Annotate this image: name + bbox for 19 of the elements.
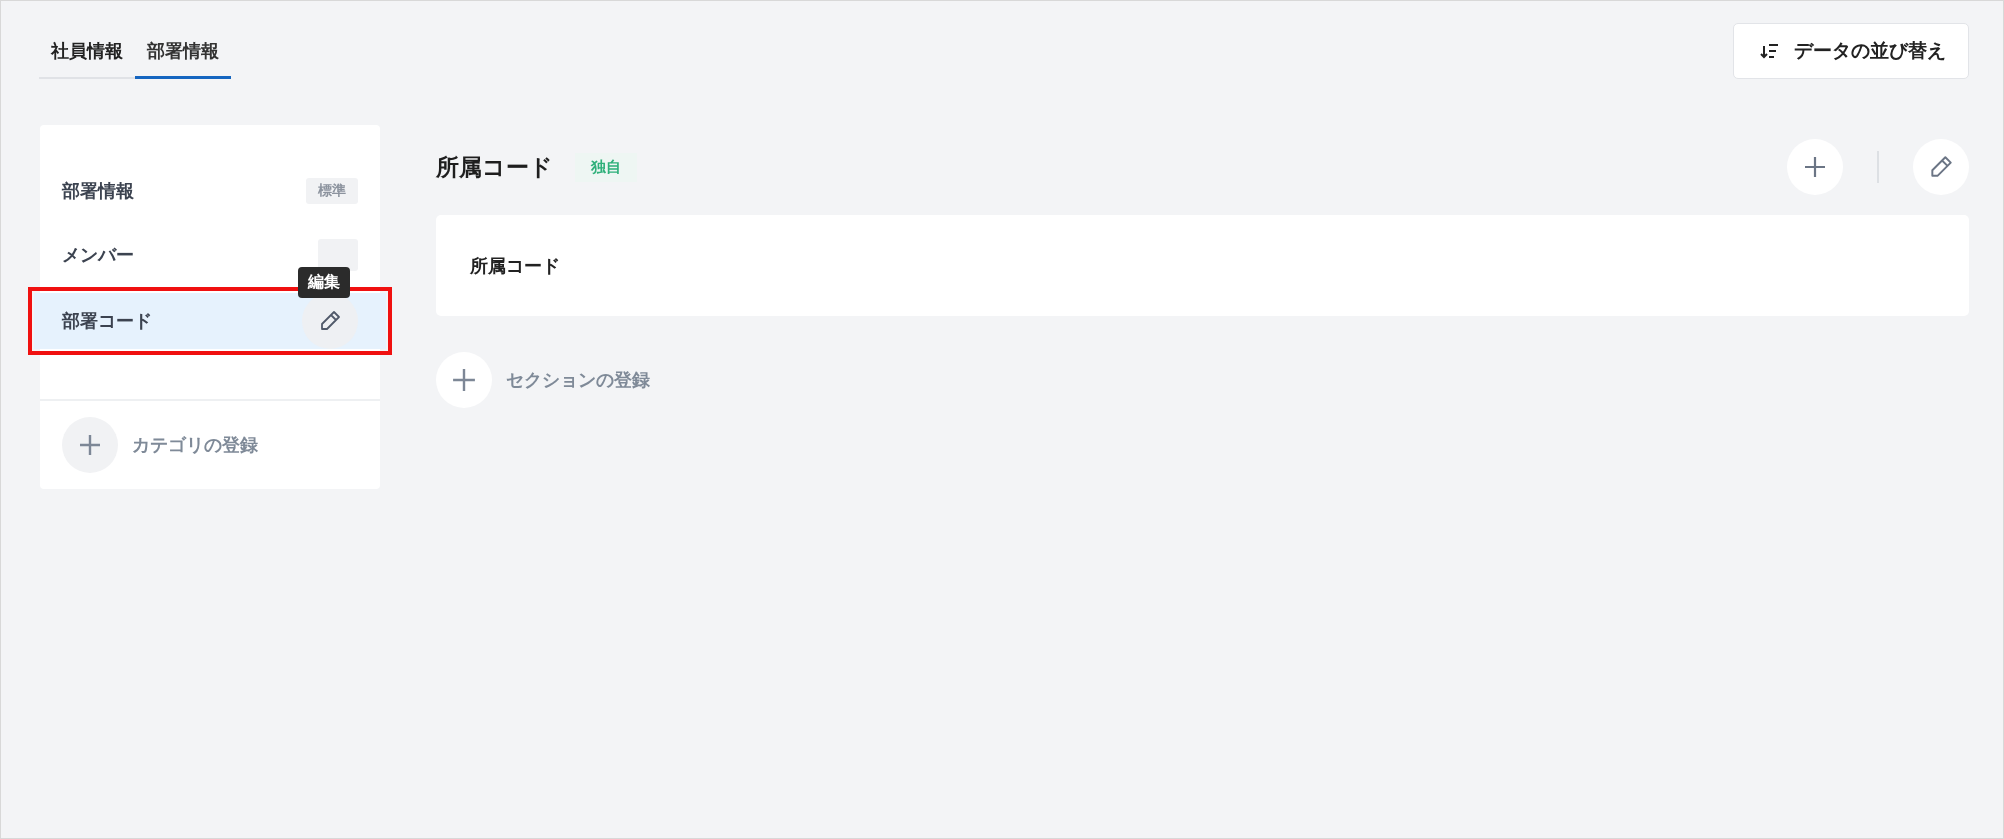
standard-tag: 標準 — [306, 178, 358, 204]
add-category-button[interactable] — [62, 417, 118, 473]
plus-icon — [452, 368, 476, 392]
sort-button[interactable]: データの並び替え — [1733, 23, 1969, 79]
section-title: 所属コード — [436, 152, 553, 182]
pencil-icon — [318, 309, 342, 333]
tooltip: 編集 — [298, 267, 350, 298]
custom-tag: 独自 — [575, 152, 637, 182]
tab[interactable]: 部署情報 — [135, 35, 231, 79]
plus-icon — [1804, 156, 1826, 178]
category-label[interactable]: 部署コード — [62, 309, 152, 333]
sort-icon — [1760, 42, 1780, 60]
add-category-label[interactable]: カテゴリの登録 — [132, 433, 258, 457]
category-label[interactable]: メンバー — [62, 243, 134, 267]
pencil-icon — [1928, 154, 1954, 180]
field-label: 所属コード — [470, 253, 560, 278]
plus-icon — [79, 434, 101, 456]
tab[interactable]: 社員情報 — [39, 35, 135, 79]
category-label[interactable]: 部署情報 — [62, 179, 134, 203]
